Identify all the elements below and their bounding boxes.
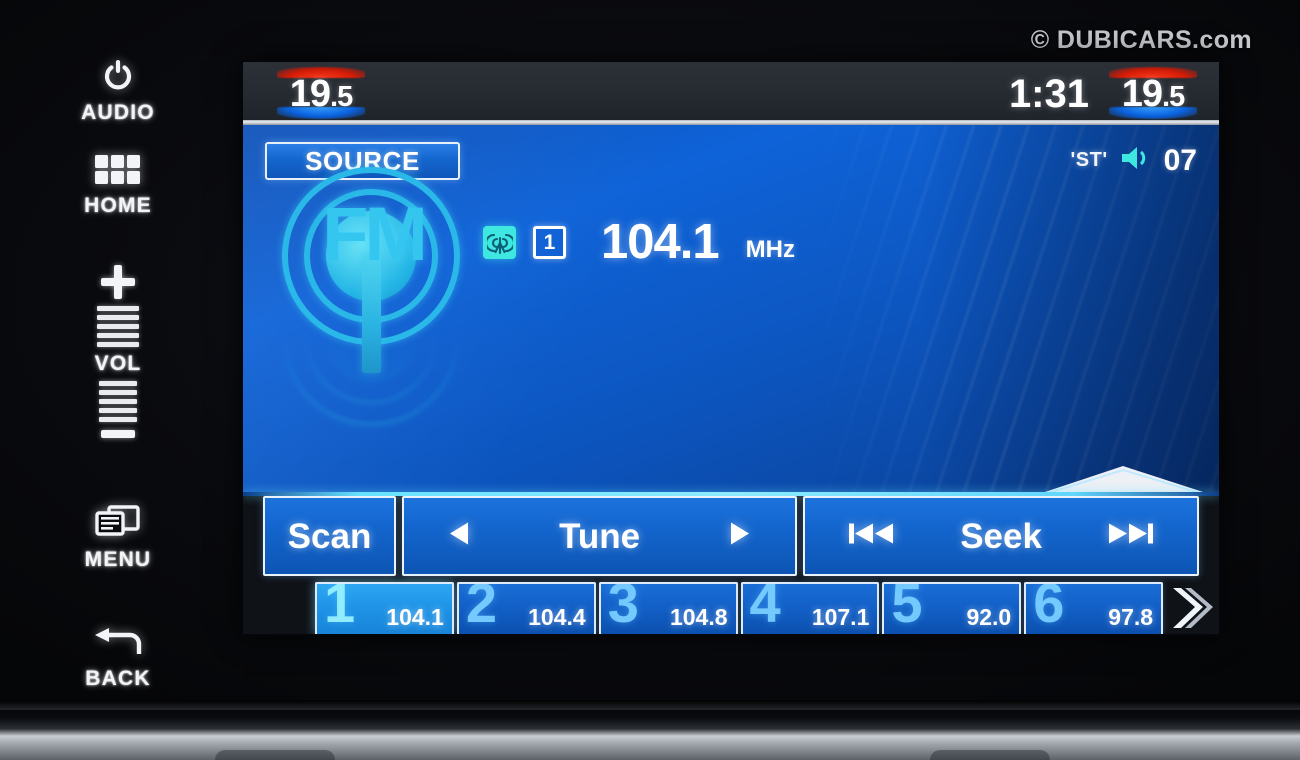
volume-bars-lower [99, 381, 137, 422]
hardkey-home[interactable]: HOME [48, 155, 188, 218]
preset-frequency: 104.1 [386, 604, 444, 630]
preset-number: 5 [891, 582, 923, 634]
fm-logo-reflection [278, 249, 468, 431]
preset-button-6[interactable]: 6 97.8 [1024, 582, 1164, 634]
transport-controls: Scan Tune Seek [243, 496, 1219, 576]
hardkey-audio[interactable]: AUDIO [48, 58, 188, 125]
tune-button-label: Tune [559, 516, 641, 556]
trim-notch-right [930, 750, 1050, 760]
seek-button[interactable]: Seek [803, 496, 1200, 576]
skip-forward-icon[interactable] [1107, 521, 1155, 552]
hardkey-volume-label: VOL [94, 352, 142, 375]
preset-number: 6 [1033, 582, 1065, 634]
frequency-row: 1 104.1 MHz [483, 218, 795, 267]
power-icon [101, 58, 135, 97]
dashboard-panel: © DUBICARS.com AUDIO HOME VOL MENU BACK … [0, 0, 1300, 760]
status-bar: 19.5 1:31 19.5 [243, 62, 1219, 125]
preset-button-2[interactable]: 2 104.4 [456, 582, 596, 634]
preset-frequency: 104.8 [669, 604, 728, 630]
hardkey-volume[interactable]: VOL [48, 265, 188, 438]
dashboard-trim [0, 700, 1300, 760]
double-chevron-right-icon[interactable] [1168, 582, 1213, 634]
trim-notch-left [215, 750, 335, 760]
windows-icon [94, 505, 142, 544]
preset-button-4[interactable]: 4 107.1 [740, 582, 880, 634]
back-arrow-icon [93, 628, 143, 663]
hardkey-column: AUDIO HOME VOL MENU BACK [48, 50, 188, 690]
band-label: FM [322, 192, 428, 277]
radio-main-panel: SOURCE 'ST' 07 FM 1 104.1 MHz [243, 125, 1219, 492]
preset-number: 1 [324, 582, 356, 634]
active-preset-indicator: 1 [533, 226, 566, 259]
hardkey-back-label: BACK [85, 667, 151, 690]
stereo-indicator: 'ST' [1070, 149, 1108, 171]
infotainment-screen[interactable]: 19.5 1:31 19.5 SOURCE 'ST' 07 FM 1 104.1… [243, 62, 1219, 634]
cool-indicator-bar [1109, 107, 1197, 119]
chevron-up-icon[interactable] [1045, 461, 1205, 492]
scan-button-label: Scan [287, 516, 372, 556]
tune-button[interactable]: Tune [402, 496, 798, 576]
volume-rocker-icon: VOL [95, 265, 142, 438]
clock: 1:31 [1008, 72, 1089, 116]
minus-icon[interactable] [101, 430, 135, 438]
preset-row: 1 104.1 2 104.4 3 104.8 4 107.1 5 92.0 6… [243, 582, 1219, 634]
preset-button-1[interactable]: 1 104.1 [315, 582, 454, 634]
broadcast-tower-icon [483, 226, 516, 259]
plus-icon[interactable] [101, 265, 135, 299]
volume-level: 07 [1163, 143, 1197, 177]
triangle-right-icon[interactable] [725, 520, 753, 553]
grid-icon [95, 155, 141, 190]
preset-button-5[interactable]: 5 92.0 [882, 582, 1022, 634]
background-vignette [919, 125, 1219, 492]
hardkey-menu[interactable]: MENU [48, 505, 188, 572]
preset-frequency: 97.8 [1108, 604, 1154, 630]
cool-indicator-bar [277, 107, 365, 119]
frequency-unit: MHz [745, 235, 795, 263]
driver-temperature[interactable]: 19.5 [265, 67, 377, 119]
volume-bars-upper [97, 306, 139, 347]
speaker-icon [1120, 145, 1152, 176]
seek-button-label: Seek [960, 516, 1042, 556]
hardkey-menu-label: MENU [84, 548, 152, 571]
preset-frequency: 104.4 [528, 604, 586, 630]
frequency-value: 104.1 [601, 215, 720, 269]
triangle-left-icon[interactable] [446, 520, 474, 553]
hardkey-back[interactable]: BACK [48, 628, 188, 691]
watermark: © DUBICARS.com [1030, 26, 1252, 54]
hardkey-audio-label: AUDIO [81, 101, 155, 124]
preset-button-3[interactable]: 3 104.8 [598, 582, 738, 634]
passenger-temperature[interactable]: 19.5 [1097, 67, 1209, 119]
stereo-volume-group: 'ST' 07 [1071, 145, 1197, 176]
preset-number: 3 [607, 582, 639, 634]
preset-number: 2 [465, 582, 497, 634]
preset-number: 4 [749, 582, 781, 634]
scan-button[interactable]: Scan [263, 496, 396, 576]
preset-frequency: 92.0 [966, 604, 1012, 630]
preset-frequency: 107.1 [811, 604, 870, 630]
skip-back-icon[interactable] [847, 521, 895, 552]
hardkey-home-label: HOME [84, 194, 152, 217]
